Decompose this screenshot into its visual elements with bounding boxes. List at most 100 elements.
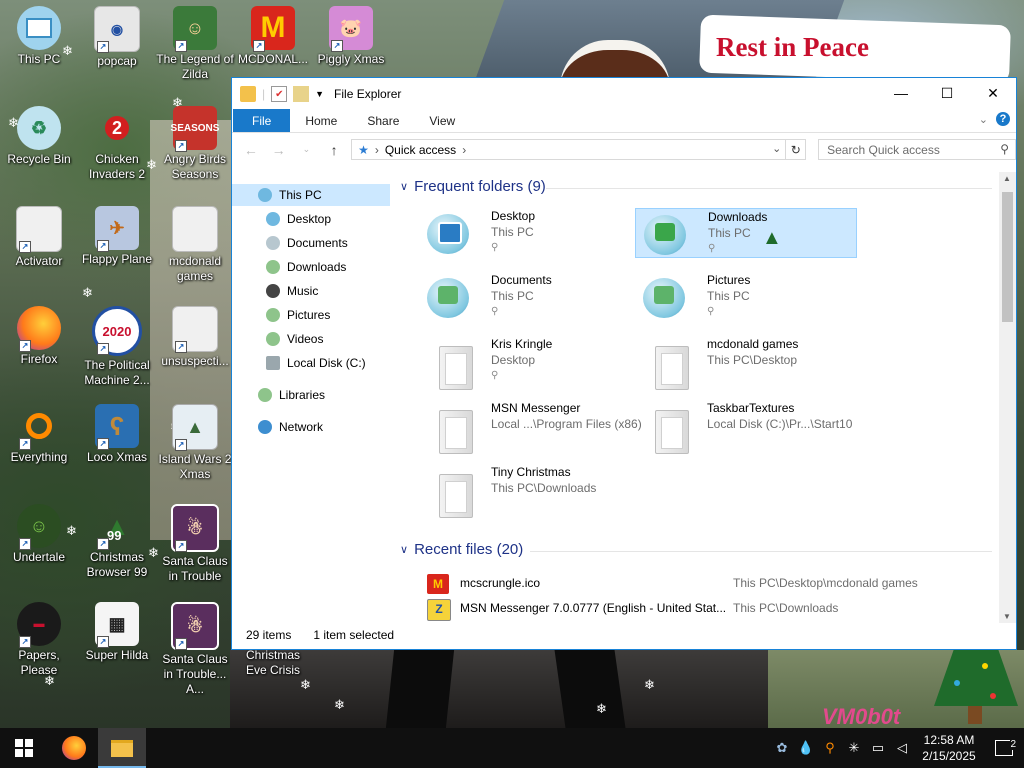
plane-icon: ✈ ↗: [95, 206, 139, 252]
taskbar-firefox[interactable]: [50, 728, 98, 768]
scroll-up-icon[interactable]: ▲: [1003, 174, 1011, 183]
frequent-folder-pictures[interactable]: Pictures This PC ⚲: [635, 272, 857, 322]
frequent-folder-kris-kringle[interactable]: Kris Kringle Desktop ⚲: [419, 336, 641, 390]
frequent-folder-msn-messenger[interactable]: MSN Messenger Local ...\Program Files (x…: [419, 400, 642, 454]
nav-item-videos[interactable]: Videos: [232, 328, 390, 350]
desktop-icon-firefox[interactable]: ↗ Firefox: [0, 306, 78, 367]
pin-icon[interactable]: ⚲: [707, 306, 714, 317]
frequent-folders-header[interactable]: ∨ Frequent folders (9): [400, 178, 546, 195]
up-button[interactable]: ↑: [323, 142, 345, 158]
desktop-icon-everything[interactable]: ↗ Everything: [0, 404, 78, 465]
frequent-folder-desktop[interactable]: Desktop This PC ⚲: [419, 208, 641, 258]
desktop-icon-papers-please[interactable]: ▬ ↗ Papers, Please: [0, 602, 78, 678]
breadcrumb-separator-icon[interactable]: ›: [375, 143, 379, 157]
desktop-icon-this-pc[interactable]: This PC: [0, 6, 78, 67]
mcdonalds-logo-icon: M ↗: [251, 6, 295, 52]
forward-button[interactable]: →: [268, 142, 290, 158]
back-button[interactable]: ←: [240, 142, 262, 158]
scroll-down-icon[interactable]: ▼: [1003, 612, 1011, 621]
frequent-folder-downloads[interactable]: Downloads This PC ⚲ ▲: [635, 208, 857, 258]
snowflake-icon: ❄: [334, 697, 345, 712]
desktop-icon-super-hilda[interactable]: ▦ ↗ Super Hilda: [78, 602, 156, 663]
desktop-icon-mcdonalds[interactable]: M ↗ MCDONAL...: [234, 6, 312, 67]
recent-file-row[interactable]: Z MSN Messenger 7.0.0777 (English - Unit…: [419, 597, 996, 621]
expand-ribbon-icon[interactable]: ⌄: [979, 113, 988, 126]
address-box[interactable]: ★ › Quick access › ⌄: [351, 139, 787, 160]
desktop-icon-loco-xmas[interactable]: ʕ ↗ Loco Xmas: [78, 404, 156, 465]
desktop-icon-unsuspecting[interactable]: ↗ unsuspecti...: [156, 306, 234, 369]
breadcrumb[interactable]: Quick access: [385, 143, 456, 157]
desktop-icon-chicken-invaders-2[interactable]: 2 Chicken Invaders 2: [78, 106, 156, 182]
desktop-icon-santa-claus-trouble-a[interactable]: ☃ ↗ Santa Claus in Trouble... A...: [156, 602, 234, 697]
nav-item-pictures[interactable]: Pictures: [232, 304, 390, 326]
people-icon[interactable]: ✿: [770, 740, 794, 756]
explorer-app-icon[interactable]: [240, 85, 256, 102]
desktop-icon-legend-of-zilda[interactable]: ☺ ↗ The Legend of Zilda: [156, 6, 234, 82]
refresh-button[interactable]: ↻: [786, 139, 807, 160]
santa-icon: ☃ ↗: [171, 504, 219, 552]
desktop-icon-angry-birds-seasons[interactable]: SEASONS ↗ Angry Birds Seasons: [156, 106, 234, 182]
recent-files-header[interactable]: ∨ Recent files (20): [400, 541, 523, 558]
pin-icon[interactable]: ⚲: [708, 243, 715, 254]
drop-icon[interactable]: 💧: [794, 740, 818, 756]
desktop-icon-activator[interactable]: ↗ Activator: [0, 206, 78, 269]
title-bar[interactable]: | ✔ ▼ File Explorer — ☐ ✕: [232, 78, 1016, 109]
nav-item-downloads[interactable]: Downloads: [232, 256, 390, 278]
nav-item-libraries[interactable]: Libraries: [232, 384, 390, 406]
help-icon[interactable]: ?: [996, 112, 1010, 126]
network-icon[interactable]: ▭: [866, 740, 890, 756]
recent-locations-icon[interactable]: ⌄: [296, 144, 318, 155]
desktop-icon-christmas-browser-99[interactable]: ▲ 99 ↗ Christmas Browser 99: [78, 504, 156, 580]
volume-icon[interactable]: ◁: [890, 740, 914, 756]
taskbar-file-explorer[interactable]: [98, 728, 146, 768]
pig-icon: 🐷 ↗: [329, 6, 373, 52]
breadcrumb-separator-icon[interactable]: ›: [462, 143, 466, 157]
chevron-down-icon[interactable]: ▼: [315, 89, 324, 99]
minimize-button[interactable]: —: [878, 78, 924, 108]
snowflake-icon: ❄: [596, 701, 607, 716]
pin-icon[interactable]: ⚲: [491, 242, 498, 253]
frequent-folder-tiny-christmas[interactable]: Tiny Christmas This PC\Downloads: [419, 464, 641, 518]
tab-home[interactable]: Home: [290, 109, 352, 132]
tab-view[interactable]: View: [414, 109, 470, 132]
tab-file[interactable]: File: [233, 109, 291, 132]
desktop-icon-undertale[interactable]: ☺ ↗ Undertale: [0, 504, 78, 565]
desktop-icon-recycle-bin[interactable]: ♻ Recycle Bin: [0, 106, 78, 167]
papers-please-icon: ▬ ↗: [17, 602, 61, 648]
desktop-icon-mcdonald-games[interactable]: mcdonald games: [156, 206, 234, 284]
desktop-icon-popcap[interactable]: ◉ ↗ popcap: [78, 6, 156, 69]
frequent-folder-mcdonald-games[interactable]: mcdonald games This PC\Desktop: [635, 336, 857, 390]
desktop-icon-piggly-xmas[interactable]: 🐷 ↗ Piggly Xmas: [312, 6, 390, 67]
action-center-button[interactable]: 2: [984, 739, 1024, 756]
nav-item-desktop[interactable]: Desktop: [232, 208, 390, 230]
nav-item-documents[interactable]: Documents: [232, 232, 390, 254]
desktop-icon-santa-claus-trouble[interactable]: ☃ ↗ Santa Claus in Trouble: [156, 504, 234, 584]
nav-item-local-disk[interactable]: Local Disk (C:): [232, 352, 390, 374]
clock[interactable]: 12:58 AM 2/15/2025: [914, 732, 984, 764]
window-controls: — ☐ ✕: [878, 78, 1016, 108]
pin-icon[interactable]: ⚲: [491, 370, 498, 381]
search-input[interactable]: Search Quick access ⚲: [818, 139, 1017, 160]
frequent-folder-documents[interactable]: Documents This PC ⚲: [419, 272, 641, 322]
desktop-icon-political-machine[interactable]: 2020 ↗ The Political Machine 2...: [78, 306, 156, 388]
snowflake-icon[interactable]: ✳: [842, 740, 866, 756]
maximize-button[interactable]: ☐: [924, 78, 970, 108]
nav-item-network[interactable]: Network: [232, 416, 390, 438]
tab-share[interactable]: Share: [352, 109, 414, 132]
desktop-icon-flappy-plane[interactable]: ✈ ↗ Flappy Plane: [78, 206, 156, 267]
documents-folder-icon: [427, 278, 469, 318]
properties-icon[interactable]: ✔: [271, 85, 288, 102]
chevron-down-icon[interactable]: ⌄: [772, 142, 781, 155]
scrollbar-thumb[interactable]: [1002, 192, 1013, 322]
start-button[interactable]: [0, 728, 48, 768]
new-folder-icon[interactable]: [293, 85, 310, 102]
nav-item-this-pc[interactable]: This PC: [232, 184, 390, 206]
vertical-scrollbar[interactable]: ▲ ▼: [999, 172, 1016, 623]
search-icon[interactable]: ⚲: [818, 740, 842, 756]
frequent-folder-taskbartextures[interactable]: TaskbarTextures Local Disk (C:)\Pr...\St…: [635, 400, 857, 454]
close-button[interactable]: ✕: [970, 78, 1016, 108]
pin-icon[interactable]: ⚲: [491, 306, 498, 317]
desktop-icon-island-wars-2-xmas[interactable]: ▲ ↗ Island Wars 2 Xmas: [156, 404, 234, 482]
nav-item-music[interactable]: Music: [232, 280, 390, 302]
recent-file-row[interactable]: M mcscrungle.ico This PC\Desktop\mcdonal…: [419, 572, 996, 596]
